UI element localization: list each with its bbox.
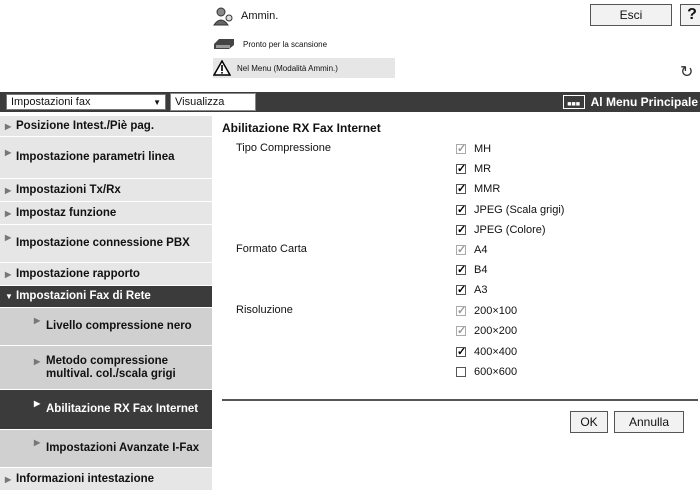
- resolution-600x600-checkbox[interactable]: 600×600: [456, 366, 517, 378]
- sidebar-item-label: Posizione Intest./Piè pag.: [16, 119, 155, 132]
- checkbox-icon: [456, 304, 466, 317]
- help-button[interactable]: ?: [680, 4, 700, 26]
- checkbox-icon: [456, 324, 466, 337]
- checkbox-label: B4: [474, 264, 488, 276]
- scan-status-text: Pronto per la scansione: [243, 39, 328, 49]
- admin-user: Ammin.: [213, 4, 278, 28]
- sidebar-item-header-info[interactable]: ▶ Informazioni intestazione: [0, 468, 212, 491]
- sidebar-item-label: Impostazioni Tx/Rx: [16, 183, 121, 196]
- compression-type-label: Tipo Compressione: [236, 142, 331, 154]
- sidebar-item-label: Impostazione connessione PBX: [16, 237, 190, 249]
- paper-b4-checkbox[interactable]: B4: [456, 263, 488, 276]
- sidebar-item-txrx[interactable]: ▶ Impostazioni Tx/Rx: [0, 179, 212, 202]
- main-menu-link[interactable]: ■■■ Al Menu Principale: [562, 93, 698, 111]
- checkbox-label: 600×600: [474, 366, 518, 378]
- resolution-200x200-checkbox: 200×200: [456, 324, 518, 337]
- page-title: Abilitazione RX Fax Internet: [222, 121, 381, 135]
- warning-icon: [213, 60, 231, 76]
- category-select[interactable]: Impostazioni fax ▼: [6, 94, 166, 110]
- sidebar-item-label: Impostazione parametri linea: [16, 151, 175, 163]
- view-button[interactable]: Visualizza: [170, 93, 256, 111]
- triangle-right-icon: ▶: [5, 148, 12, 157]
- main-menu-label: Al Menu Principale: [590, 95, 698, 109]
- checkbox-icon: [456, 203, 466, 216]
- checkbox-label: A4: [474, 244, 488, 256]
- checkbox-label: MR: [474, 163, 492, 175]
- sidebar-item-internet-fax-rx[interactable]: ▶ Abilitazione RX Fax Internet: [0, 390, 212, 430]
- sidebar-item-label: Livello compressione nero: [46, 320, 192, 332]
- admin-user-icon: [213, 7, 233, 26]
- triangle-right-icon: ▶: [5, 233, 12, 242]
- checkbox-icon: [456, 162, 466, 175]
- sidebar-item-header-footer[interactable]: ▶ Posizione Intest./Piè pag.: [0, 116, 212, 137]
- checkbox-icon: [456, 283, 466, 296]
- compression-jpeg-color-checkbox[interactable]: JPEG (Colore): [456, 223, 546, 236]
- menu-status-text: Nel Menu (Modalità Ammin.): [237, 63, 338, 73]
- resolution-400x400-checkbox[interactable]: 400×400: [456, 345, 518, 358]
- sidebar-item-label: Informazioni intestazione: [16, 472, 155, 485]
- sidebar-item-label: Impostazioni Avanzate I-Fax: [46, 442, 200, 454]
- sidebar-item-report[interactable]: ▶ Impostazione rapporto: [0, 263, 212, 286]
- sidebar-item-pbx[interactable]: ▶ Impostazione connessione PBX: [0, 225, 212, 263]
- sidebar-item-label: Impostazione rapporto: [16, 267, 140, 280]
- sidebar-item-network-fax[interactable]: ▼ Impostazioni Fax di Rete: [0, 286, 212, 308]
- sidebar-item-label: Abilitazione RX Fax Internet: [46, 403, 199, 415]
- paper-size-label: Formato Carta: [236, 243, 307, 255]
- paper-a4-checkbox: A4: [456, 243, 488, 256]
- checkbox-icon: [456, 345, 466, 358]
- compression-mr-checkbox[interactable]: MR: [456, 162, 492, 175]
- triangle-right-icon: ▶: [5, 208, 12, 218]
- sidebar-item-advanced-ifax[interactable]: ▶ Impostazioni Avanzate I-Fax: [0, 430, 212, 468]
- checkbox-label: JPEG (Scala grigi): [474, 204, 565, 216]
- triangle-right-icon: ▶: [5, 121, 12, 131]
- resolution-200x100-checkbox: 200×100: [456, 304, 518, 317]
- refresh-icon[interactable]: ↻: [680, 62, 698, 81]
- logout-button[interactable]: Esci: [590, 4, 672, 26]
- triangle-right-icon: ▶: [5, 269, 12, 279]
- category-select-value: Impostazioni fax: [11, 96, 91, 108]
- sidebar-item-label: Impostazioni Fax di Rete: [16, 290, 151, 302]
- checkbox-icon: [456, 367, 466, 377]
- menu-status: Nel Menu (Modalità Ammin.): [213, 58, 395, 78]
- checkbox-icon: [456, 243, 466, 256]
- triangle-right-icon: ▶: [34, 438, 41, 447]
- compression-mh-checkbox: MH: [456, 142, 492, 155]
- scan-status: Pronto per la scansione: [213, 38, 327, 50]
- chevron-down-icon: ▼: [153, 97, 161, 107]
- checkbox-icon: [456, 182, 466, 195]
- checkbox-icon: [456, 142, 466, 155]
- sidebar: ▶ Posizione Intest./Piè pag. ▶ Impostazi…: [0, 116, 212, 491]
- checkbox-icon: [456, 263, 466, 276]
- sidebar-item-label: Metodo compressione multival. col./scala…: [46, 354, 176, 380]
- triangle-right-icon: ▶: [5, 474, 12, 484]
- paper-a3-checkbox[interactable]: A3: [456, 283, 488, 296]
- compression-mmr-checkbox[interactable]: MMR: [456, 182, 501, 195]
- checkbox-label: MMR: [474, 183, 501, 195]
- admin-user-label: Ammin.: [241, 10, 279, 22]
- triangle-down-icon: ▼: [5, 292, 13, 301]
- sidebar-item-line-parameters[interactable]: ▶ Impostazione parametri linea: [0, 137, 212, 179]
- sidebar-item-label: Impostaz funzione: [16, 206, 117, 219]
- triangle-right-icon: ▶: [34, 357, 41, 366]
- scanner-icon: [214, 39, 234, 49]
- cancel-button[interactable]: Annulla: [614, 411, 684, 433]
- ok-button[interactable]: OK: [570, 411, 608, 433]
- triangle-right-icon: ▶: [34, 399, 41, 408]
- sidebar-item-function[interactable]: ▶ Impostaz funzione: [0, 202, 212, 225]
- checkbox-label: JPEG (Colore): [474, 224, 546, 236]
- checkbox-icon: [456, 223, 466, 236]
- checkbox-label: 200×200: [474, 325, 518, 337]
- sidebar-item-black-compression[interactable]: ▶ Livello compressione nero: [0, 308, 212, 346]
- compression-jpeg-gray-checkbox[interactable]: JPEG (Scala grigi): [456, 203, 565, 216]
- checkbox-label: 200×100: [474, 305, 518, 317]
- main-menu-icon: ■■■: [562, 95, 585, 109]
- checkbox-label: A3: [474, 284, 488, 296]
- triangle-right-icon: ▶: [34, 316, 41, 325]
- sidebar-item-color-compression[interactable]: ▶ Metodo compressione multival. col./sca…: [0, 346, 212, 390]
- resolution-label: Risoluzione: [236, 304, 293, 316]
- checkbox-label: 400×400: [474, 346, 518, 358]
- triangle-right-icon: ▶: [5, 185, 12, 195]
- checkbox-label: MH: [474, 143, 492, 155]
- content-divider: [222, 399, 698, 401]
